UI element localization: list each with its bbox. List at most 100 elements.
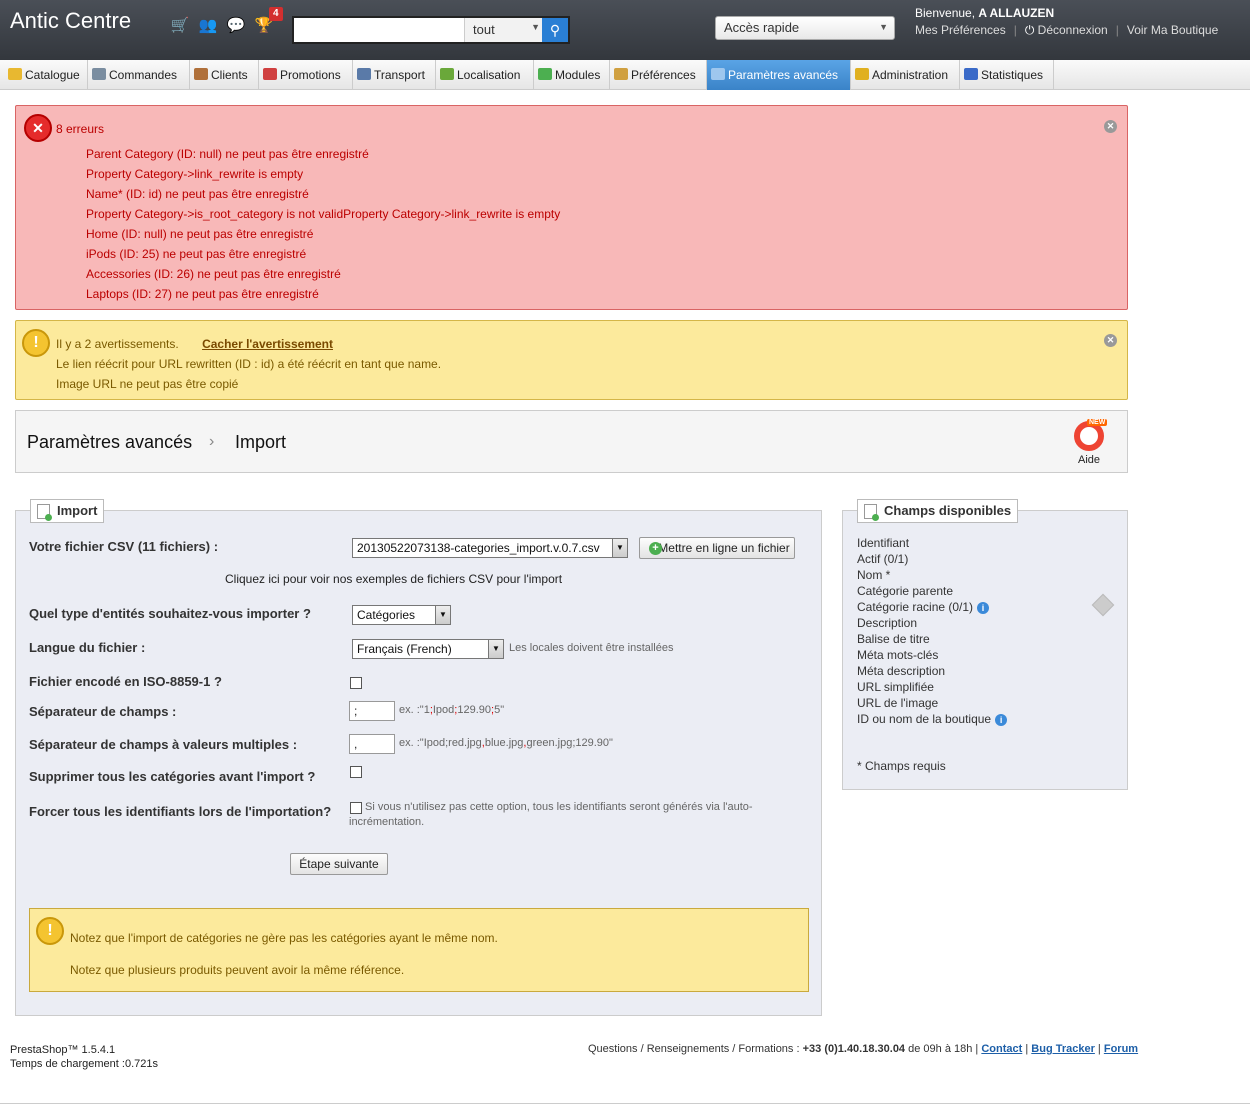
breadcrumb-separator: ›: [209, 433, 215, 450]
language-label: Langue du fichier :: [29, 640, 146, 655]
import-fieldset: Import Votre fichier CSV (11 fichiers) :…: [15, 499, 822, 1016]
info-icon[interactable]: i: [995, 714, 1008, 726]
tab-parametres-avances[interactable]: Paramètres avancés: [707, 60, 851, 90]
delete-categories-checkbox[interactable]: [350, 766, 362, 778]
cart-icon: [92, 68, 106, 80]
tab-localisation[interactable]: Localisation: [436, 60, 534, 90]
tab-modules[interactable]: Modules: [534, 60, 610, 90]
logout-link[interactable]: Déconnexion: [1038, 23, 1108, 37]
tab-promotions[interactable]: Promotions: [259, 60, 353, 90]
next-step-button[interactable]: Étape suivante: [290, 853, 388, 875]
import-notes-alert: ! Notez que l'import de catégories ne gè…: [29, 908, 809, 992]
user-icon: [194, 68, 208, 80]
forum-link[interactable]: Forum: [1104, 1043, 1138, 1055]
close-icon[interactable]: ✕: [1104, 334, 1117, 347]
tab-catalogue[interactable]: Catalogue: [4, 60, 88, 90]
tab-statistiques[interactable]: Statistiques: [960, 60, 1054, 90]
bug-tracker-link[interactable]: Bug Tracker: [1031, 1043, 1095, 1055]
error-icon: ✕: [24, 114, 52, 142]
available-fields-list: Identifiant Actif (0/1) Nom * Catégorie …: [857, 535, 1008, 727]
field-item: Balise de titre: [857, 632, 930, 646]
breadcrumb-section[interactable]: Paramètres avancés: [27, 432, 192, 453]
tab-clients[interactable]: Clients: [190, 60, 259, 90]
new-badge: NEW: [1087, 419, 1108, 426]
drag-handle-icon[interactable]: [1091, 593, 1115, 617]
messages-icon[interactable]: 💬: [226, 16, 246, 36]
search-input[interactable]: [294, 18, 462, 42]
search-scope-value: tout: [473, 22, 495, 37]
search-box: tout ▼ ⚲: [292, 16, 570, 44]
field-item: Identifiant: [857, 536, 910, 550]
multi-separator-input[interactable]: ,: [349, 734, 395, 754]
error-count: 8 erreurs: [56, 122, 105, 136]
key-icon: [855, 68, 869, 80]
field-separator-hint: ex. :"1;Ipod;129.90;5": [399, 704, 505, 716]
chevron-down-icon: ▼: [488, 640, 503, 658]
warning-header: Il y a 2 avertissements. Cacher l'averti…: [56, 337, 333, 351]
my-preferences-link[interactable]: Mes Préférences: [915, 23, 1006, 37]
shop-name[interactable]: Antic Centre: [10, 8, 131, 34]
main-tab-bar: Catalogue Commandes Clients Promotions T…: [0, 60, 1250, 90]
tab-commandes[interactable]: Commandes: [88, 60, 190, 90]
help-label[interactable]: Aide: [1078, 454, 1100, 466]
required-note: * Champs requis: [857, 759, 946, 773]
import-note: Notez que plusieurs produits peuvent avo…: [70, 963, 405, 977]
force-ids-checkbox[interactable]: [350, 802, 362, 814]
info-icon[interactable]: i: [977, 602, 990, 614]
welcome-text: Bienvenue, A ALLAUZEN: [915, 6, 1054, 20]
language-hint: Les locales doivent être installées: [509, 642, 674, 654]
csv-examples-link[interactable]: Cliquez ici pour voir nos exemples de fi…: [225, 572, 562, 586]
welcome-prefix: Bienvenue,: [915, 6, 976, 20]
error-item: Property Category->link_rewrite is empty: [86, 167, 304, 181]
force-ids-hint-cont: incrémentation.: [349, 816, 425, 828]
warning-icon: !: [36, 917, 64, 945]
quick-access-value: Accès rapide: [724, 20, 800, 35]
error-item: Laptops (ID: 27) ne peut pas être enregi…: [86, 287, 319, 301]
language-select[interactable]: Français (French) ▼: [352, 639, 504, 659]
add-icon: +: [649, 542, 662, 555]
tab-transport[interactable]: Transport: [353, 60, 436, 90]
warning-icon: !: [22, 329, 50, 357]
import-file-icon: [37, 504, 52, 521]
field-separator-input[interactable]: ;: [349, 701, 395, 721]
power-icon: ⏻: [1024, 23, 1035, 37]
iso-encoding-checkbox[interactable]: [350, 677, 362, 689]
user-name: A ALLAUZEN: [978, 6, 1055, 20]
version-text: PrestaShop™ 1.5.4.1: [10, 1044, 116, 1056]
csv-file-select[interactable]: 20130522073138-categories_import.v.0.7.c…: [352, 538, 628, 558]
divider: [0, 1103, 1250, 1104]
notification-badge: 4: [269, 7, 283, 21]
tab-preferences[interactable]: Préférences: [610, 60, 707, 90]
chevron-down-icon: ▼: [612, 539, 627, 557]
csv-file-label: Votre fichier CSV (11 fichiers) :: [29, 539, 219, 554]
search-icon: ⚲: [549, 22, 561, 38]
search-button[interactable]: ⚲: [542, 18, 568, 42]
hide-warning-link[interactable]: Cacher l'avertissement: [202, 337, 333, 351]
customers-icon[interactable]: 👥: [198, 16, 218, 36]
close-icon[interactable]: ✕: [1104, 120, 1117, 133]
folder-icon: [8, 68, 22, 80]
upload-file-button[interactable]: + Mettre en ligne un fichier: [639, 537, 795, 559]
warning-count: Il y a 2 avertissements.: [56, 337, 179, 351]
quick-access-select[interactable]: Accès rapide ▼: [715, 16, 895, 40]
field-item: URL simplifiée: [857, 680, 934, 694]
contact-link[interactable]: Contact: [981, 1043, 1022, 1055]
load-time-text: Temps de chargement :0.721s: [10, 1058, 158, 1070]
search-scope-select[interactable]: tout ▼: [464, 18, 544, 42]
user-links: Mes Préférences | ⏻ Déconnexion | Voir Ma Bo…: [915, 23, 1219, 37]
wrench-icon: [711, 68, 725, 80]
warning-item: Le lien réécrit pour URL rewritten (ID :…: [56, 357, 442, 371]
error-item: Parent Category (ID: null) ne peut pas ê…: [86, 147, 369, 161]
error-item: Name* (ID: id) ne peut pas être enregist…: [86, 187, 309, 201]
import-legend: Import: [30, 499, 105, 523]
view-shop-link[interactable]: Voir Ma Boutique: [1127, 23, 1218, 37]
globe-icon: [440, 68, 454, 80]
multi-separator-label: Séparateur de champs à valeurs multiples…: [29, 737, 298, 752]
chart-icon: [964, 68, 978, 80]
field-item: Actif (0/1): [857, 552, 909, 566]
warning-alert: ! Il y a 2 avertissements. Cacher l'aver…: [15, 320, 1128, 400]
cart-icon[interactable]: 🛒: [170, 16, 190, 36]
warning-item: Image URL ne peut pas être copié: [56, 377, 239, 391]
entity-type-select[interactable]: Catégories ▼: [352, 605, 451, 625]
tab-administration[interactable]: Administration: [851, 60, 960, 90]
